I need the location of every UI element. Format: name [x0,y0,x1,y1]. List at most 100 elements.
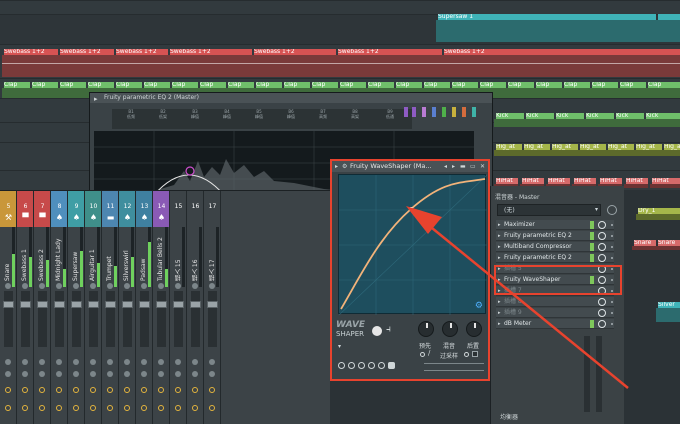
strip-mute-icon[interactable] [5,359,11,365]
eq-band-4[interactable]: B4 峰值 [212,109,242,129]
slot-enable-icon[interactable] [598,309,606,317]
mode-icon[interactable] [378,362,385,369]
strip-route-icon[interactable] [209,387,215,393]
fader-handle[interactable] [71,301,82,308]
fx-slot[interactable]: ▸ Maximizer [496,220,614,230]
eq-band-8[interactable]: B8 高架 [340,109,370,129]
strip-route-icon[interactable] [158,387,164,393]
strip-route-icon-2[interactable] [5,405,11,411]
mix-knob[interactable] [442,321,458,337]
slot-enable-icon[interactable] [598,232,606,240]
waveshaper-menu-icon[interactable]: ▸ [335,161,338,172]
strip-pan-knob[interactable] [90,283,96,289]
waveshaper-window[interactable]: ▸ ⚙ Fruity WaveShaper (Ma... ◂ ▸ ▬ ▭ ✕ ⚙… [330,159,490,381]
strip-fader[interactable] [156,291,167,347]
master-fader[interactable] [584,336,590,412]
strip-mute-icon[interactable] [209,359,215,365]
strip-mute-icon[interactable] [22,359,28,365]
eq-band-flag[interactable] [452,107,456,117]
clip-clap[interactable]: Clap [562,82,590,98]
strip-fader[interactable] [173,291,184,347]
clip-clap[interactable]: Clap [2,82,30,98]
strip-route-icon[interactable] [22,387,28,393]
clip-snare[interactable]: Snare [632,240,656,250]
slot-enable-icon[interactable] [598,243,606,251]
clip-supersaw[interactable]: Supersaw 1 [436,14,656,42]
mixer-strip[interactable]: 7 ▀ Swebass 2 [34,191,51,424]
waveshaper-titlebar[interactable]: ▸ ⚙ Fruity WaveShaper (Ma... ◂ ▸ ▬ ▭ ✕ [332,161,488,172]
strip-pan-knob[interactable] [107,283,113,289]
strip-send-icon[interactable] [158,371,164,377]
slot-enable-icon[interactable] [598,221,606,229]
mode-icon[interactable] [388,362,395,369]
post-gain-knob[interactable] [466,321,482,337]
strip-send-icon[interactable] [124,371,130,377]
fx-slot[interactable]: ▸ dB Meter [496,319,614,329]
oversample-dot-icon[interactable] [464,352,469,357]
mixer-strip[interactable]: 8 ♠ Midnight Lady [51,191,68,424]
strip-route-icon-2[interactable] [73,405,79,411]
strip-mute-icon[interactable] [124,359,130,365]
strip-route-icon-2[interactable] [90,405,96,411]
clip-hihat-short[interactable]: Hig_at [550,144,578,156]
eq-band-flag[interactable] [422,107,426,117]
fader-handle[interactable] [173,301,184,308]
fader-handle[interactable] [139,301,150,308]
fader-handle[interactable] [122,301,133,308]
slot-enable-icon[interactable] [598,320,606,328]
clip-clap[interactable]: Clap [534,82,562,98]
clip-hihat-short[interactable]: Hig_at [522,144,550,156]
strip-route-icon-2[interactable] [39,405,45,411]
clip-kick[interactable]: Kick [584,113,614,127]
eq-band-9[interactable]: B9 低通 [372,109,408,129]
strip-pan-knob[interactable] [73,283,79,289]
strip-pan-knob[interactable] [192,283,198,289]
strip-send-icon[interactable] [141,371,147,377]
strip-route-icon-2[interactable] [158,405,164,411]
slot-arrow-icon[interactable]: ▸ [496,319,504,329]
strip-fader[interactable] [88,291,99,347]
fader-handle[interactable] [207,301,218,308]
clip-clap[interactable]: Clap [58,82,86,98]
clip-clap[interactable]: Clap [506,82,534,98]
strip-route-icon[interactable] [107,387,113,393]
mode-icon[interactable] [358,362,365,369]
mixer-strip[interactable]: 13 ♠ Padsaw [136,191,153,424]
strip-route-icon-2[interactable] [141,405,147,411]
strip-route-icon[interactable] [124,387,130,393]
eq-band-flag[interactable] [442,107,446,117]
strip-send-icon[interactable] [107,371,113,377]
strip-route-icon[interactable] [175,387,181,393]
eq-band-flag[interactable] [472,107,476,117]
strip-fader[interactable] [207,291,218,347]
strip-route-icon-2[interactable] [56,405,62,411]
strip-mute-icon[interactable] [192,359,198,365]
eq-band-flag[interactable] [412,107,416,117]
clip-kick[interactable]: Kick [614,113,644,127]
strip-send-icon[interactable] [192,371,198,377]
slot-arrow-icon[interactable]: ▸ [496,231,504,241]
strip-send-icon[interactable] [56,371,62,377]
strip-send-icon[interactable] [209,371,215,377]
next-preset-icon[interactable]: ▸ [452,161,455,172]
toggle-icon[interactable] [372,326,382,336]
strip-route-icon[interactable] [192,387,198,393]
clip-swebass[interactable]: Swebass 1+2 [442,49,680,77]
strip-fader[interactable] [3,291,14,347]
slot-mix-level[interactable] [590,232,594,240]
strip-pan-knob[interactable] [56,283,62,289]
mixer-strip[interactable]: 6 ▀ Swebass 1 [17,191,34,424]
strip-fader[interactable] [122,291,133,347]
clip-swebass[interactable]: Swebass 1+2 [252,49,336,77]
eq-band-flag[interactable] [404,107,408,117]
slot-arrow-icon[interactable]: ▸ [496,242,504,252]
clip-dry[interactable]: Dry_1 [636,208,680,220]
strip-mute-icon[interactable] [175,359,181,365]
strip-send-icon[interactable] [175,371,181,377]
pre-gain-dot-icon[interactable] [420,352,425,357]
strip-route-icon[interactable] [39,387,45,393]
slot-enable-icon[interactable] [598,254,606,262]
strip-route-icon[interactable] [5,387,11,393]
clip-hihat-short[interactable]: Hig_at [606,144,634,156]
clip-swebass[interactable]: Swebass 1+2 [168,49,252,77]
